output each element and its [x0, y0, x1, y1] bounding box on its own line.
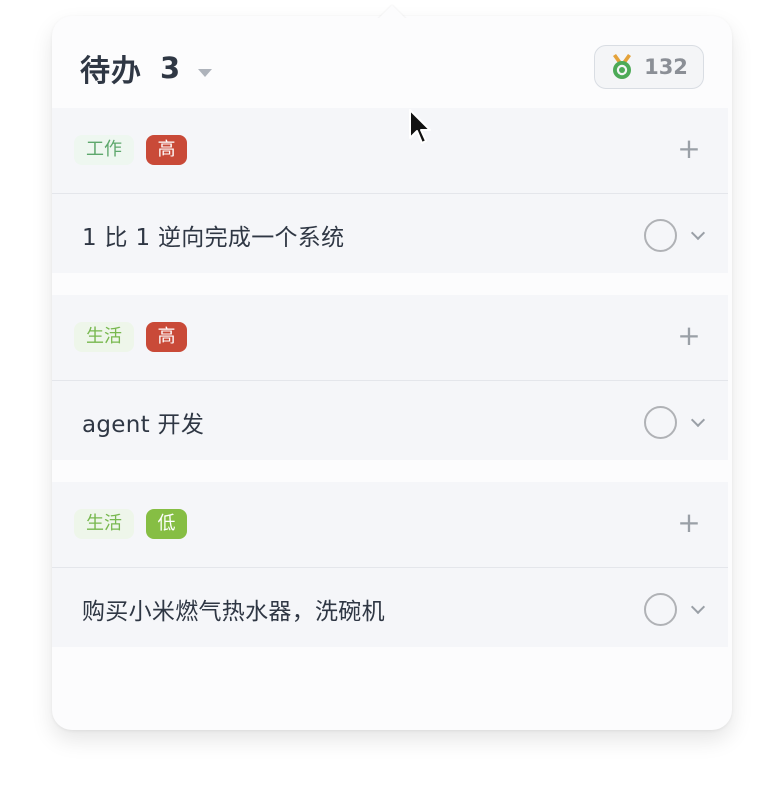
group-spacer	[52, 460, 728, 482]
category-tag: 生活	[74, 509, 134, 539]
chevron-down-icon[interactable]	[690, 412, 706, 428]
popover-caret	[376, 2, 408, 18]
todo-group-life-high: 生活 高 + agent 开发	[52, 295, 728, 460]
chevron-down-icon[interactable]	[690, 599, 706, 615]
priority-tag: 高	[146, 322, 187, 352]
todo-group-work-high: 工作 高 + 1 比 1 逆向完成一个系统	[52, 108, 728, 273]
page-title: 待办	[80, 54, 142, 89]
medal-icon	[613, 54, 632, 79]
todo-group-life-low: 生活 低 + 购买小米燃气热水器，洗碗机	[52, 482, 728, 647]
title-area: 待办 3	[80, 50, 213, 89]
score-badge[interactable]: 132	[594, 45, 704, 89]
chevron-down-icon[interactable]	[690, 225, 706, 241]
plus-icon[interactable]: +	[676, 135, 702, 163]
list-item[interactable]: 购买小米燃气热水器，洗碗机	[52, 568, 728, 647]
group-header: 生活 低 +	[52, 482, 728, 568]
category-tag: 工作	[74, 135, 134, 165]
group-spacer	[52, 273, 728, 295]
group-header: 生活 高 +	[52, 295, 728, 381]
priority-tag: 低	[146, 509, 187, 539]
priority-tag: 高	[146, 135, 187, 165]
mouse-cursor-icon	[409, 109, 431, 144]
list-item[interactable]: agent 开发	[52, 381, 728, 460]
popover-header: 待办 3 132	[52, 16, 732, 108]
circle-check-icon[interactable]	[644, 219, 677, 252]
category-tag: 生活	[74, 322, 134, 352]
group-header: 工作 高 +	[52, 108, 728, 194]
plus-icon[interactable]: +	[676, 509, 702, 537]
todo-popover: 待办 3 132 工作 高 + 1 比 1 逆向完成一个系统 生活 高 + ag…	[52, 16, 732, 730]
task-title: agent 开发	[82, 412, 205, 438]
plus-icon[interactable]: +	[676, 322, 702, 350]
task-title: 购买小米燃气热水器，洗碗机	[82, 599, 385, 625]
todo-count: 3	[160, 51, 181, 85]
circle-check-icon[interactable]	[644, 406, 677, 439]
circle-check-icon[interactable]	[644, 593, 677, 626]
score-value: 132	[644, 55, 688, 79]
list-item[interactable]: 1 比 1 逆向完成一个系统	[52, 194, 728, 273]
caret-down-icon[interactable]	[198, 69, 213, 77]
task-title: 1 比 1 逆向完成一个系统	[82, 225, 345, 251]
